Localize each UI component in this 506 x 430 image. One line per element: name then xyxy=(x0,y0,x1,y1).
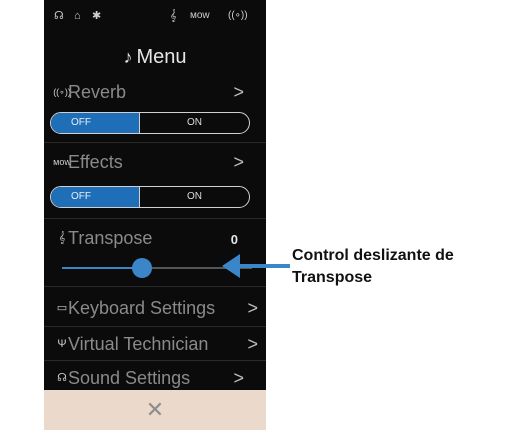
virtual-technician-row[interactable]: Ψ Virtual Technician > xyxy=(44,326,266,362)
reverb-row[interactable]: ((∘)) Reverb > xyxy=(44,74,266,110)
reverb-label: Reverb xyxy=(68,82,127,102)
chevron-right-icon[interactable]: > xyxy=(247,290,258,326)
chevron-right-icon[interactable]: > xyxy=(233,74,244,110)
reverb-off-button[interactable]: OFF xyxy=(51,113,139,133)
effects-on-button[interactable]: ON xyxy=(140,187,249,207)
effects-row[interactable]: ᴍᴏᴡ Effects > xyxy=(44,144,266,180)
close-icon[interactable]: ✕ xyxy=(44,390,266,430)
transpose-value: 0 xyxy=(230,232,238,247)
close-bar[interactable]: ✕ xyxy=(44,390,266,430)
effects-off-button[interactable]: OFF xyxy=(51,187,139,207)
callout-label: Control deslizante de Transpose xyxy=(292,245,502,289)
headphones-icon: ☊ xyxy=(54,10,64,22)
callout-line-2: Transpose xyxy=(292,269,373,286)
effects-status-icon: ᴍᴏᴡ xyxy=(190,10,210,21)
divider xyxy=(44,286,266,287)
page-title: ♪ Menu xyxy=(44,40,266,74)
chevron-right-icon[interactable]: > xyxy=(233,144,244,180)
keyboard-settings-label: Keyboard Settings xyxy=(68,298,216,318)
usb-drive-icon: ⌂ xyxy=(74,10,81,22)
effects-toggle[interactable]: OFF ON xyxy=(50,186,250,208)
divider xyxy=(44,142,266,143)
transpose-status-icon: 𝄞 xyxy=(170,10,177,22)
chevron-right-icon[interactable]: > xyxy=(247,326,258,362)
divider xyxy=(44,218,266,219)
reverb-toggle[interactable]: OFF ON xyxy=(50,112,250,134)
callout-line-1: Control deslizante de xyxy=(292,247,454,264)
status-bar: ☊ ⌂ ✱ 𝄞 ᴍᴏᴡ ((∘)) xyxy=(44,0,266,36)
transpose-slider-thumb[interactable] xyxy=(132,258,152,278)
menu-title-text: Menu xyxy=(136,46,187,68)
transpose-label: Transpose xyxy=(68,228,153,248)
effects-label: Effects xyxy=(68,152,123,172)
transpose-slider-track[interactable] xyxy=(142,267,252,269)
keyboard-settings-row[interactable]: ▭ Keyboard Settings > xyxy=(44,290,266,326)
bluetooth-icon: ✱ xyxy=(92,10,102,22)
virtual-technician-label: Virtual Technician xyxy=(68,334,209,354)
transpose-row: 𝄞 Transpose 0 xyxy=(44,220,266,256)
menu-screen: ☊ ⌂ ✱ 𝄞 ᴍᴏᴡ ((∘)) ♪ Menu ((∘)) Reverb > O… xyxy=(44,0,266,430)
reverb-status-icon: ((∘)) xyxy=(228,10,248,21)
music-note-icon: ♪ xyxy=(123,47,133,67)
reverb-on-button[interactable]: ON xyxy=(140,113,249,133)
transpose-slider-track-filled[interactable] xyxy=(62,267,142,269)
